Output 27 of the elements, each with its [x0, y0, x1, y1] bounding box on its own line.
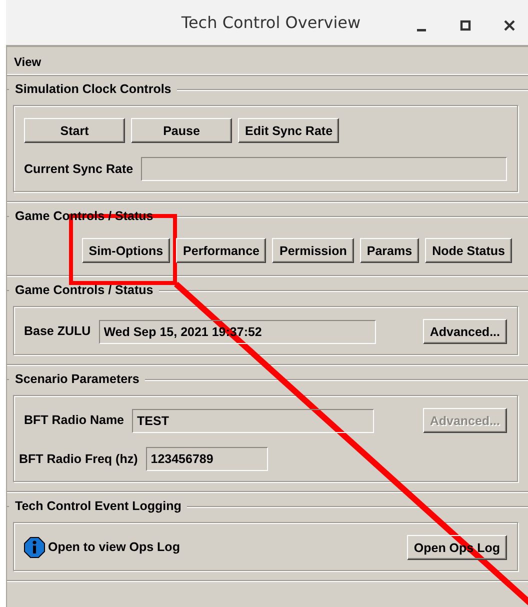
section-title: Simulation Clock Controls	[14, 80, 172, 98]
button[interactable]: Node Status	[425, 238, 512, 263]
button[interactable]: Permission	[272, 238, 354, 263]
section-title: Tech Control Event Logging	[14, 498, 182, 515]
info-text: Open to view Ops Log	[48, 539, 181, 556]
maximize-icon[interactable]	[458, 18, 473, 33]
info-icon	[24, 537, 45, 558]
button[interactable]: Pause	[131, 118, 232, 143]
input-field[interactable]: 123456789	[146, 447, 268, 471]
button: Advanced...	[422, 408, 507, 433]
close-icon[interactable]	[502, 18, 517, 33]
menu-item[interactable]: View	[14, 53, 42, 74]
button[interactable]: Advanced...	[422, 319, 507, 344]
button[interactable]: Start	[24, 118, 125, 143]
field-label: BFT Radio Name	[24, 412, 126, 430]
button[interactable]: Edit Sync Rate	[238, 118, 339, 143]
input-field[interactable]: TEST	[132, 408, 374, 432]
field-label: BFT Radio Freq (hz)	[19, 450, 139, 468]
section-title: Scenario Parameters	[14, 370, 140, 388]
field-label: Current Sync Rate	[24, 160, 134, 178]
input-field[interactable]	[141, 157, 507, 181]
button[interactable]: Sim-Options	[82, 238, 170, 263]
window-title: Tech Control Overview	[181, 12, 361, 34]
field-label: Base ZULU	[24, 323, 92, 340]
button[interactable]: Params	[360, 238, 420, 263]
section-title: Game Controls / Status	[14, 282, 154, 299]
button[interactable]: Performance	[176, 238, 266, 263]
